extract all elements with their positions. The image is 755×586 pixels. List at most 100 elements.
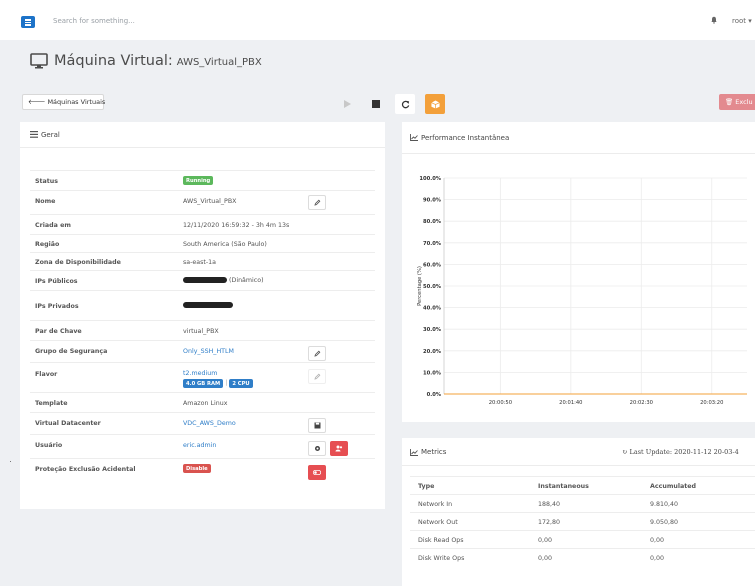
zone-label: Zona de Disponibilidade bbox=[35, 259, 121, 266]
x-tick-label: 20:02:30 bbox=[630, 400, 653, 406]
metrics-panel: Metrics ↻ Last Update: 2020-11-12 20-03-… bbox=[402, 438, 755, 586]
edit-security-group-button[interactable] bbox=[308, 346, 326, 361]
menu-icon[interactable] bbox=[21, 16, 35, 28]
performance-chart: 100.0% 90.0% 80.0% 70.0% 60.0% 50.0% 40.0% 30.0… bbox=[417, 176, 747, 406]
last-update-text: Last Update: 2020-11-12 20-03-4 bbox=[629, 448, 739, 456]
general-panel: Geral Status Running Nome AWS_Virtual_PB… bbox=[20, 122, 385, 509]
toggle-icon bbox=[313, 470, 321, 475]
protection-badge: Disable bbox=[183, 464, 211, 473]
y-tick-label: 40.0% bbox=[423, 306, 442, 312]
arrow-left-icon: 🡐 bbox=[28, 98, 46, 106]
user-link[interactable]: eric.admin bbox=[183, 442, 216, 449]
row-status: Status Running bbox=[30, 170, 375, 190]
users-icon bbox=[335, 445, 343, 452]
zone-value: sa-east-1a bbox=[183, 259, 217, 266]
template-label: Template bbox=[35, 400, 68, 407]
metrics-panel-header: Metrics ↻ Last Update: 2020-11-12 20-03-… bbox=[402, 438, 755, 466]
region-label: Região bbox=[35, 241, 60, 248]
flavor-label: Flavor bbox=[35, 371, 58, 378]
cube-icon bbox=[430, 99, 440, 109]
change-user-button[interactable] bbox=[330, 441, 348, 456]
public-ips-label: IPs Públicos bbox=[35, 278, 78, 285]
general-panel-header: Geral bbox=[20, 122, 385, 148]
keypair-value: virtual_PBX bbox=[183, 328, 219, 335]
y-tick-label: 10.0% bbox=[423, 370, 442, 376]
edit-flavor-button[interactable] bbox=[308, 369, 326, 384]
keypair-label: Par de Chave bbox=[35, 328, 82, 335]
col-type: Type bbox=[418, 483, 435, 490]
vm-name-title: AWS_Virtual_PBX bbox=[176, 57, 262, 68]
protection-label: Proteção Exclusão Acidental bbox=[35, 466, 136, 473]
start-button[interactable] bbox=[337, 94, 357, 114]
vdc-label: Virtual Datacenter bbox=[35, 420, 101, 427]
metric-accumulated: 9.810,40 bbox=[650, 501, 679, 508]
row-region: Região South America (São Paulo) bbox=[30, 234, 375, 252]
user-settings-button[interactable] bbox=[308, 441, 326, 456]
created-value: 12/11/2020 16:59:32 - 3h 4m 13s bbox=[183, 222, 290, 229]
security-group-link[interactable]: Only_SSH_HTLM bbox=[183, 348, 234, 355]
console-button[interactable] bbox=[425, 94, 445, 114]
row-name: Nome AWS_Virtual_PBX bbox=[30, 190, 375, 214]
row-user: Usuário eric.admin bbox=[30, 434, 375, 458]
delete-button-label: Exclu bbox=[735, 98, 753, 106]
stop-button[interactable] bbox=[366, 94, 386, 114]
top-bar: Search for something... root ▾ bbox=[0, 0, 755, 40]
flavor-link[interactable]: t2.medium bbox=[183, 370, 217, 377]
row-public-ips: IPs Públicos (Dinâmico) bbox=[30, 270, 375, 290]
y-tick-label: 70.0% bbox=[423, 241, 442, 247]
restart-button[interactable] bbox=[395, 94, 415, 114]
x-tick-label: 20:00:50 bbox=[489, 400, 512, 406]
metrics-title: Metrics bbox=[421, 448, 447, 456]
private-ips-label: IPs Privados bbox=[35, 303, 79, 310]
metric-accumulated: 0,00 bbox=[650, 537, 665, 544]
metric-type: Network Out bbox=[418, 519, 458, 526]
edit-icon bbox=[313, 350, 320, 357]
change-vdc-button[interactable] bbox=[308, 418, 326, 433]
template-value: Amazon Linux bbox=[183, 400, 228, 407]
status-badge: Running bbox=[183, 176, 214, 185]
delete-button[interactable]: 🗑 Exclu bbox=[719, 94, 755, 110]
monitor-icon bbox=[30, 53, 48, 69]
user-menu[interactable]: root ▾ bbox=[732, 17, 752, 25]
metric-instantaneous: 172,80 bbox=[538, 519, 561, 526]
last-update[interactable]: ↻ Last Update: 2020-11-12 20-03-4 bbox=[622, 448, 739, 456]
back-button[interactable]: 🡐 Máquinas Virtuais bbox=[22, 94, 106, 110]
ram-badge: 4.0 GB RAM bbox=[183, 379, 224, 388]
y-axis-label: Percentage (%) bbox=[417, 266, 423, 306]
metric-type: Disk Write Ops bbox=[418, 555, 465, 562]
metric-instantaneous: 0,00 bbox=[538, 537, 553, 544]
back-button-label: Máquinas Virtuais bbox=[47, 98, 106, 106]
refresh-icon bbox=[401, 100, 409, 108]
refresh-icon: ↻ bbox=[622, 448, 628, 456]
gear-icon bbox=[314, 446, 320, 451]
performance-panel: Performance Instantânea 100.0% 90.0% 80.0%… bbox=[402, 122, 755, 422]
x-tick-label: 20:01:40 bbox=[559, 400, 582, 406]
row-protection: Proteção Exclusão Acidental Disable bbox=[30, 458, 375, 482]
bell-icon[interactable] bbox=[710, 16, 718, 24]
x-tick-label: 20:03:20 bbox=[700, 400, 723, 406]
public-ips-note: (Dinâmico) bbox=[229, 277, 264, 284]
save-icon bbox=[314, 422, 320, 429]
metric-type: Network In bbox=[418, 501, 453, 508]
user-label: Usuário bbox=[35, 442, 63, 449]
edit-icon bbox=[313, 373, 320, 380]
edit-name-button[interactable] bbox=[308, 195, 326, 210]
cpu-badge: 2 CPU bbox=[229, 379, 253, 388]
y-tick-label: 50.0% bbox=[423, 284, 442, 290]
performance-title: Performance Instantânea bbox=[421, 133, 510, 142]
row-zone: Zona de Disponibilidade sa-east-1a bbox=[30, 252, 375, 270]
toggle-protection-button[interactable] bbox=[308, 465, 326, 480]
search-input[interactable]: Search for something... bbox=[53, 17, 135, 25]
table-row: Disk Read Ops 0,00 0,00 bbox=[410, 530, 755, 548]
y-tick-label: 0.0% bbox=[427, 392, 442, 398]
col-accumulated: Accumulated bbox=[650, 483, 697, 490]
col-instantaneous: Instantaneous bbox=[538, 483, 589, 490]
row-template: Template Amazon Linux bbox=[30, 392, 375, 412]
row-vdc: Virtual Datacenter VDC_AWS_Demo bbox=[30, 412, 375, 434]
public-ips-value: (Dinâmico) bbox=[183, 277, 264, 284]
metric-instantaneous: 0,00 bbox=[538, 555, 553, 562]
metric-instantaneous: 188,40 bbox=[538, 501, 561, 508]
vdc-link[interactable]: VDC_AWS_Demo bbox=[183, 420, 236, 427]
name-value: AWS_Virtual_PBX bbox=[183, 198, 237, 205]
metrics-table-header: Type Instantaneous Accumulated bbox=[410, 476, 755, 494]
